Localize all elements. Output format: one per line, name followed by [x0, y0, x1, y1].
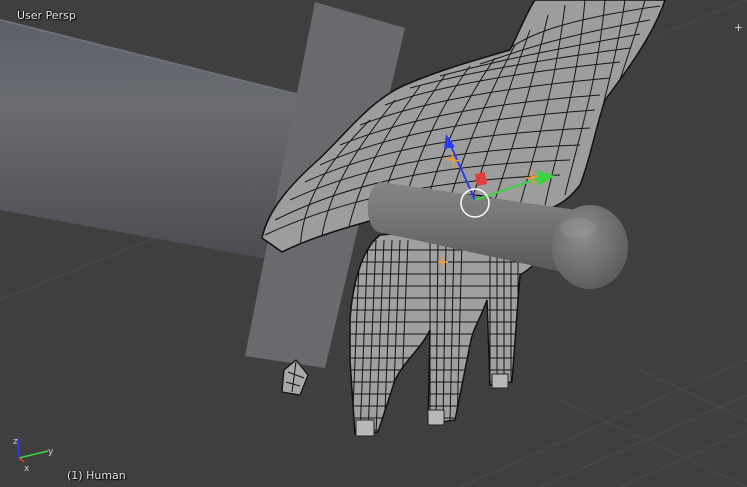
view-name-label: User Persp — [17, 9, 76, 22]
axis-gizmo: z y x — [13, 437, 54, 474]
viewport-canvas[interactable]: z y x — [0, 0, 747, 487]
active-object-label: (1) Human — [67, 469, 126, 482]
properties-toggle-icon[interactable]: + — [733, 22, 744, 33]
gizmo-y-label: y — [48, 447, 54, 457]
3d-viewport[interactable]: z y x User Persp (1) Human + — [0, 0, 747, 487]
thumb-mesh[interactable] — [281, 359, 309, 396]
gizmo-z-label: z — [13, 437, 18, 447]
gizmo-x-label: x — [24, 464, 30, 474]
